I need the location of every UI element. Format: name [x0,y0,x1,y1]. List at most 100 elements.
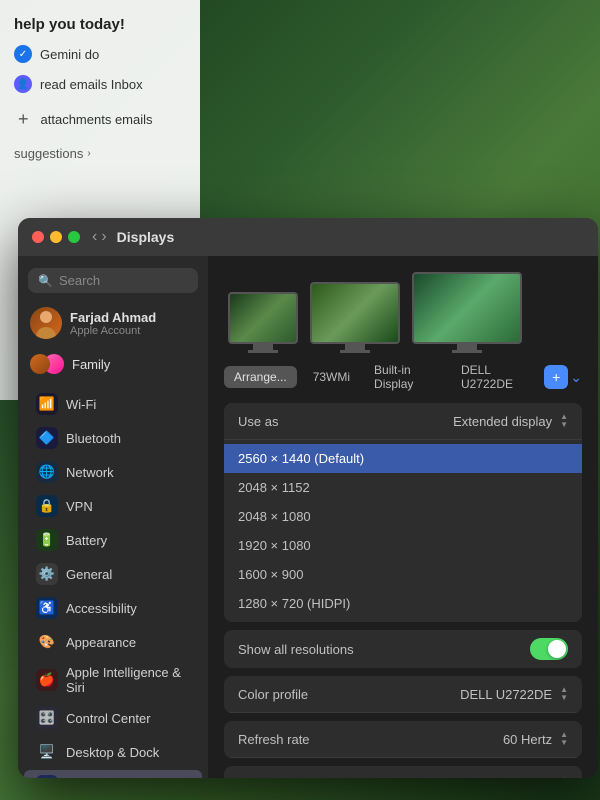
sidebar-label-control-center: Control Center [66,711,151,726]
sidebar-label-accessibility: Accessibility [66,601,137,616]
color-profile-stepper[interactable]: ▲ ▼ [560,686,568,702]
minimize-button[interactable] [50,231,62,243]
monitor-screen-2 [310,282,400,344]
accessibility-icon: ♿ [36,597,58,619]
sidebar: 🔍 Search Farjad Ahmad Apple Account Fami… [18,256,208,778]
user-info: Farjad Ahmad Apple Account [70,310,156,337]
show-all-label: Show all resolutions [238,642,354,657]
back-button[interactable]: ‹ [92,228,97,246]
main-content: Arrange... 73WMi Built-in Display DELL U… [208,256,598,778]
person-icon: 👤 [14,75,32,93]
plus-icon: + [552,369,560,385]
sidebar-item-displays[interactable]: 🖥 Displays [24,770,202,778]
resolution-item-0[interactable]: 2560 × 1440 (Default) [224,444,582,473]
sidebar-item-wifi[interactable]: 📶 Wi-Fi [24,388,202,420]
sidebar-item-family[interactable]: Family [18,349,208,379]
sidebar-item-appearance[interactable]: 🎨 Appearance [24,626,202,658]
refresh-rate-panel: Refresh rate 60 Hertz ▲ ▼ [224,721,582,758]
forward-button[interactable]: › [101,228,106,246]
window-title: Displays [117,229,175,245]
sidebar-label-general: General [66,567,112,582]
monitor-2[interactable] [310,282,400,353]
window-body: 🔍 Search Farjad Ahmad Apple Account Fami… [18,256,598,778]
system-preferences-window: ‹ › Displays 🔍 Search Farjad Ahmad Apple… [18,218,598,778]
color-profile-row: Color profile DELL U2722DE ▲ ▼ [224,676,582,713]
sidebar-item-bluetooth[interactable]: 🔷 Bluetooth [24,422,202,454]
appearance-icon: 🎨 [36,631,58,653]
family-avatar-1 [30,354,50,374]
sidebar-label-desktop-dock: Desktop & Dock [66,745,159,760]
read-emails-item[interactable]: 👤 read emails Inbox [10,69,190,99]
add-monitor-button[interactable]: + [544,365,568,389]
use-as-row: Use as Extended display ▲ ▼ [224,403,582,440]
close-button[interactable] [32,231,44,243]
battery-icon: 🔋 [36,529,58,551]
sidebar-item-battery[interactable]: 🔋 Battery [24,524,202,556]
monitor-toolbar: Arrange... 73WMi Built-in Display DELL U… [208,363,598,403]
attachments-item[interactable]: + attachments emails [10,99,190,140]
search-box[interactable]: 🔍 Search [28,268,198,293]
maximize-button[interactable] [68,231,80,243]
rotation-stepper[interactable]: ▲ ▼ [560,776,568,778]
sidebar-item-network[interactable]: 🌐 Network [24,456,202,488]
sidebar-item-vpn[interactable]: 🔒 VPN [24,490,202,522]
use-as-label: Use as [238,414,278,429]
resolution-list: 2560 × 1440 (Default) 2048 × 1152 2048 ×… [224,440,582,622]
bluetooth-icon: 🔷 [36,427,58,449]
network-icon: 🌐 [36,461,58,483]
use-as-value[interactable]: Extended display ▲ ▼ [453,413,568,429]
monitor-name-3: DELL U2722DE [461,363,528,391]
resolution-item-3[interactable]: 1920 × 1080 [224,531,582,560]
rotation-value[interactable]: Standard ▲ ▼ [499,776,568,778]
chevron-right-icon: › [87,148,90,159]
resolution-item-1[interactable]: 2048 × 1152 [224,473,582,502]
refresh-rate-value[interactable]: 60 Hertz ▲ ▼ [503,731,568,747]
monitor-base-1 [248,350,278,353]
plus-icon: + [14,105,33,134]
sidebar-label-network: Network [66,465,114,480]
sidebar-item-accessibility[interactable]: ♿ Accessibility [24,592,202,624]
user-subtitle: Apple Account [70,325,156,337]
gemini-do-item[interactable]: ✓ Gemini do [10,39,190,69]
monitor-name-1: 73WMi [313,370,350,384]
monitor-3[interactable] [412,272,522,353]
sidebar-label-battery: Battery [66,533,107,548]
avatar [30,307,62,339]
check-circle-icon: ✓ [14,45,32,63]
monitor-dropdown-arrow[interactable]: ⌄ [570,369,582,386]
show-all-toggle[interactable] [530,638,568,660]
search-icon: 🔍 [38,274,53,288]
family-label: Family [72,357,110,372]
resolution-item-2[interactable]: 2048 × 1080 [224,502,582,531]
desktop-dock-icon: 🖥️ [36,741,58,763]
use-as-stepper[interactable]: ▲ ▼ [560,413,568,429]
monitor-screen-1 [228,292,298,344]
sidebar-item-desktop-dock[interactable]: 🖥️ Desktop & Dock [24,736,202,768]
settings-panels: Use as Extended display ▲ ▼ 2560 × 1440 … [208,403,598,778]
title-bar: ‹ › Displays [18,218,598,256]
refresh-rate-stepper[interactable]: ▲ ▼ [560,731,568,747]
sidebar-item-general[interactable]: ⚙️ General [24,558,202,590]
resolution-item-4[interactable]: 1600 × 900 [224,560,582,589]
refresh-rate-label: Refresh rate [238,732,310,747]
color-profile-value[interactable]: DELL U2722DE ▲ ▼ [460,686,568,702]
sidebar-label-vpn: VPN [66,499,93,514]
monitors-area [208,256,598,363]
arrange-button[interactable]: Arrange... [224,366,297,388]
resolution-item-5[interactable]: 1280 × 720 (HIDPI) [224,589,582,618]
sidebar-item-control-center[interactable]: 🎛️ Control Center [24,702,202,734]
monitor-screen-3 [412,272,522,344]
navigation-buttons: ‹ › [92,228,107,246]
refresh-rate-row: Refresh rate 60 Hertz ▲ ▼ [224,721,582,758]
rotation-label: Rotation [238,777,286,779]
suggestions-link[interactable]: suggestions › [10,140,190,167]
sidebar-label-wifi: Wi-Fi [66,397,96,412]
user-profile[interactable]: Farjad Ahmad Apple Account [18,301,208,345]
sidebar-label-bluetooth: Bluetooth [66,431,121,446]
search-input[interactable]: Search [59,273,100,288]
general-icon: ⚙️ [36,563,58,585]
family-avatars [30,354,64,374]
monitor-1[interactable] [228,292,298,353]
sidebar-item-apple-intelligence[interactable]: 🍎 Apple Intelligence & Siri [24,660,202,700]
user-name: Farjad Ahmad [70,310,156,325]
